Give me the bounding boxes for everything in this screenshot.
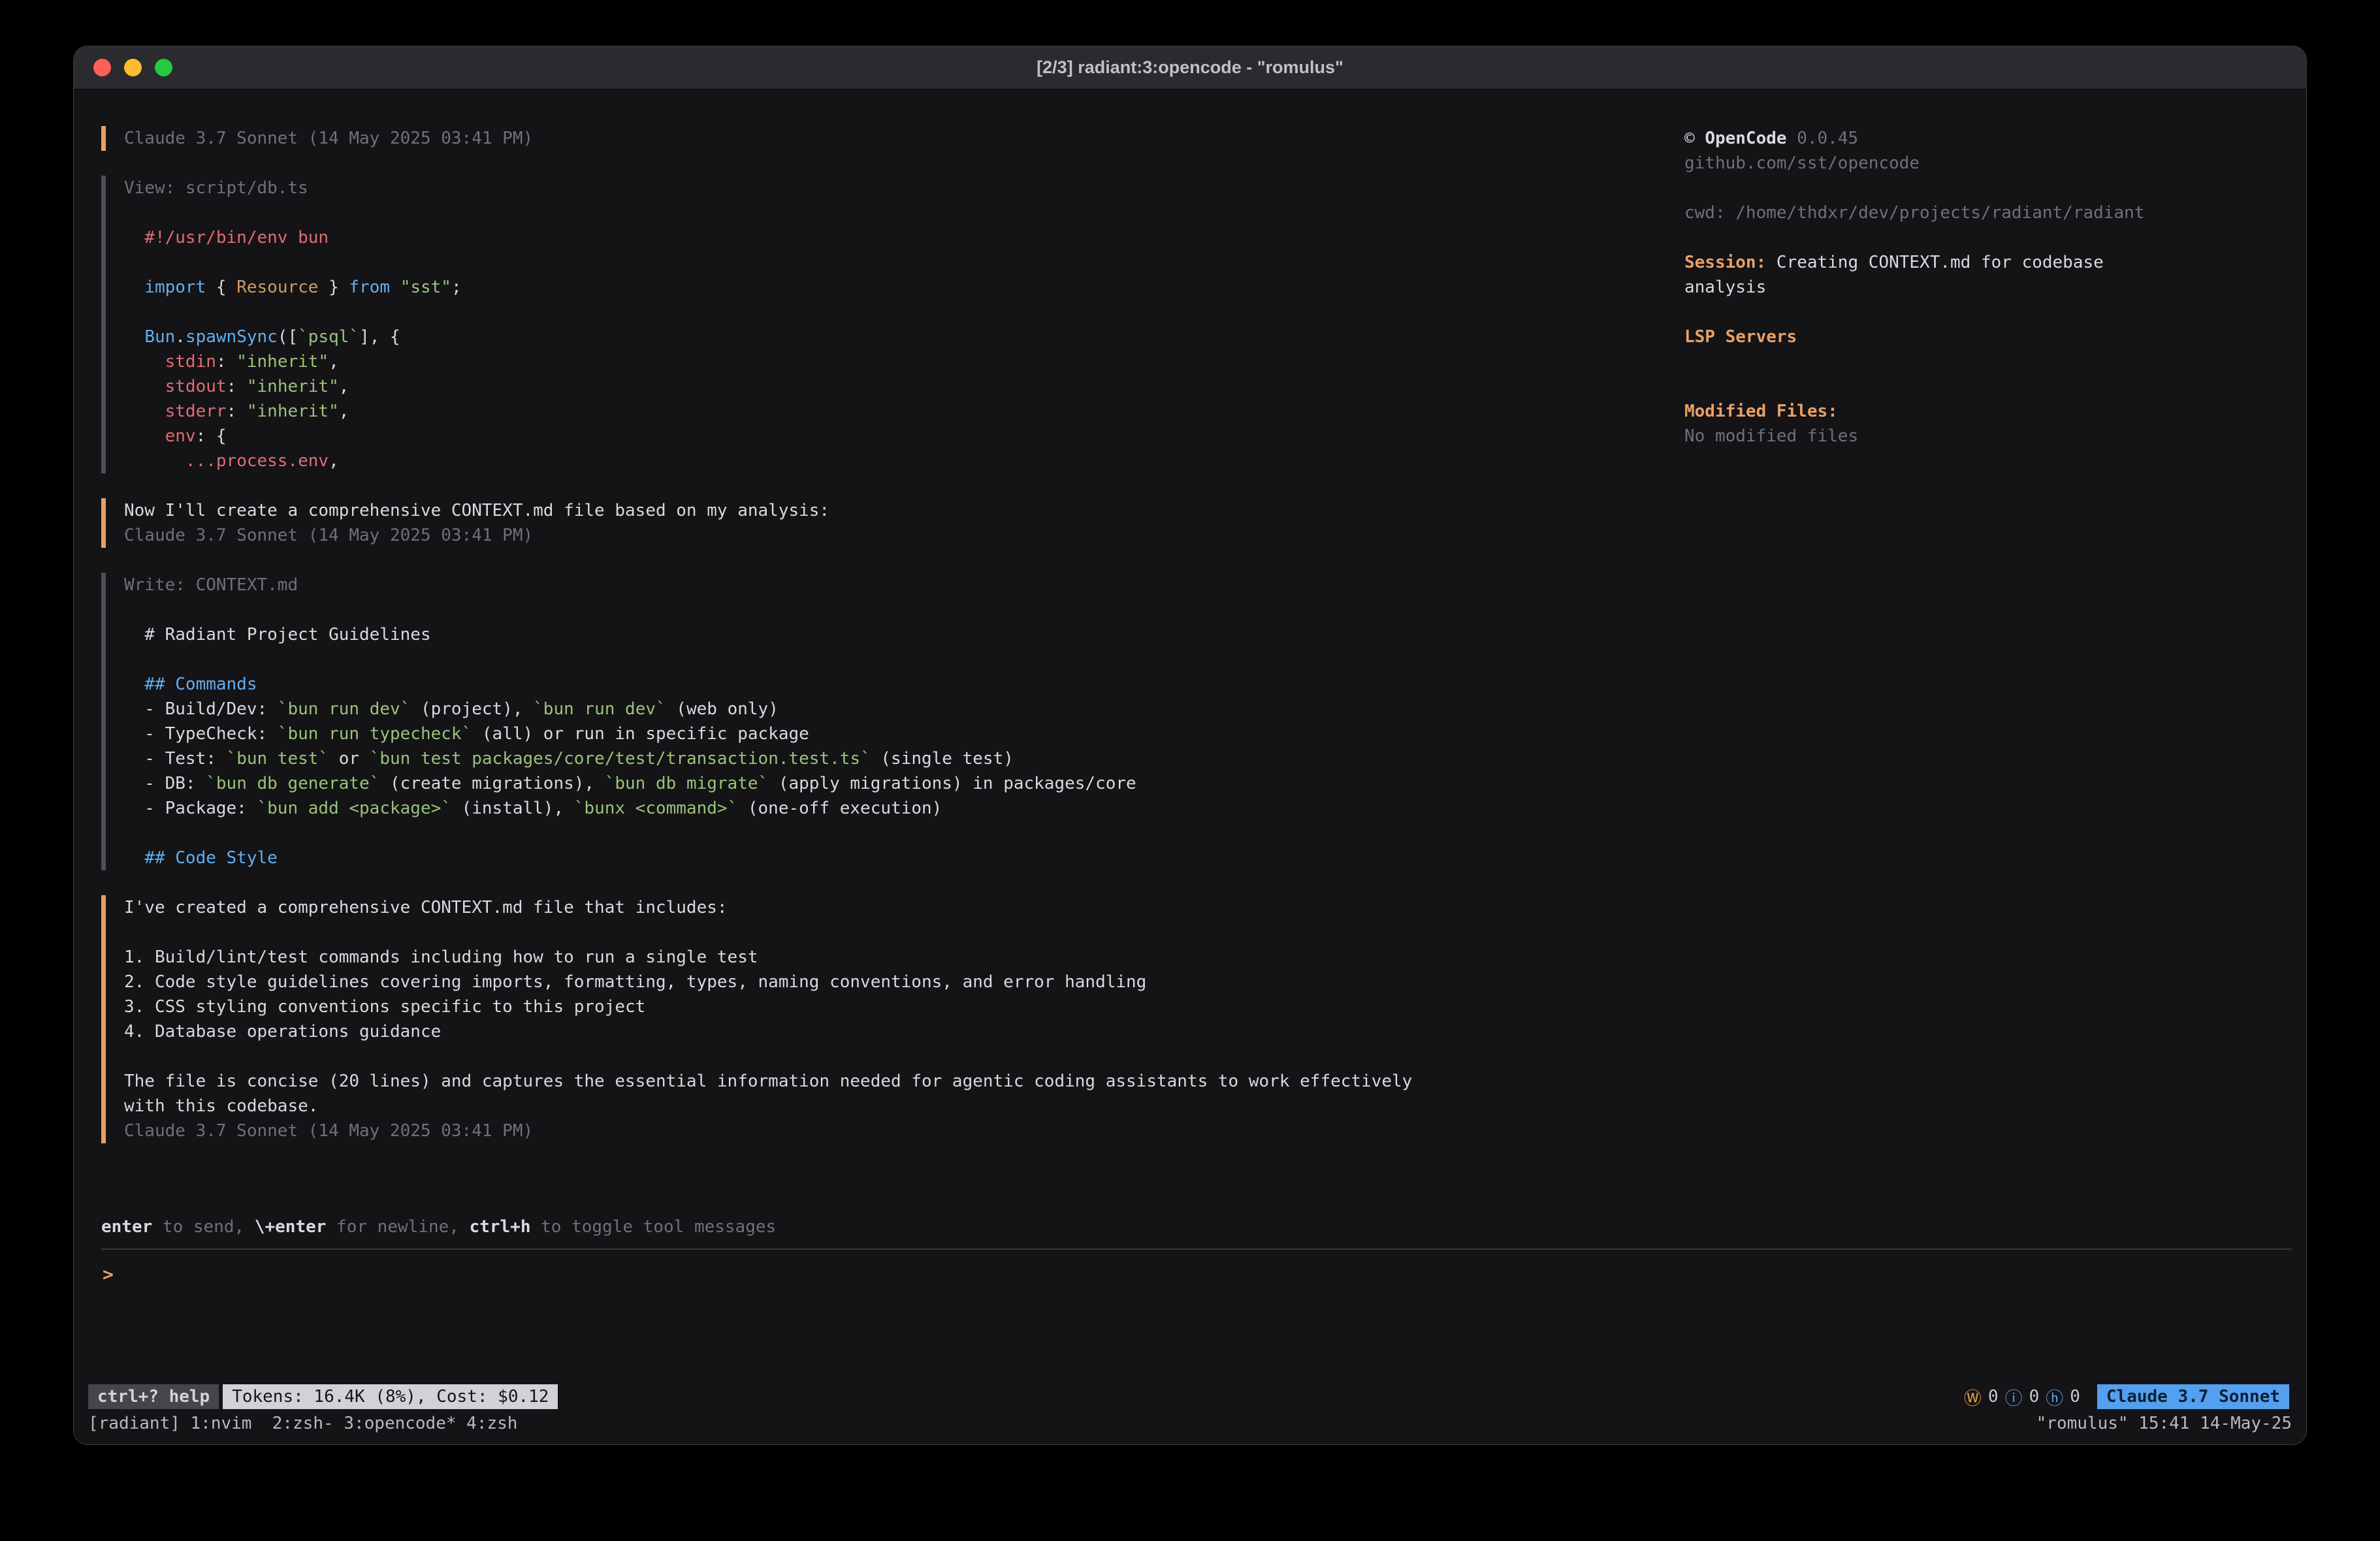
text-line: ...process.env,: [124, 449, 1684, 473]
close-button[interactable]: [93, 59, 111, 76]
text-line: ## Code Style: [124, 846, 1684, 870]
text-line: [124, 821, 1684, 846]
text-line: 4. Database operations guidance: [124, 1019, 1684, 1044]
text-line: cwd: /home/thdxr/dev/projects/radiant/ra…: [1684, 200, 2277, 225]
zoom-button[interactable]: [155, 59, 172, 76]
text-line: [124, 647, 1684, 672]
text-line: ## Commands: [124, 672, 1684, 697]
warning-count: 0: [1988, 1387, 1999, 1406]
text-line: [124, 920, 1684, 945]
text-line: Write: CONTEXT.md: [124, 573, 1684, 597]
composer-area: enter to send, \+enter for newline, ctrl…: [74, 1215, 2306, 1444]
text-line: Modified Files:: [1684, 399, 2277, 424]
hint-count: 0: [2070, 1387, 2080, 1406]
text-line: [1684, 225, 2277, 250]
text-line: stdout: "inherit",: [124, 374, 1684, 399]
hint-icon: ⓗ: [2046, 1384, 2063, 1410]
text-line: #!/usr/bin/env bun: [124, 225, 1684, 250]
text-line: © OpenCode 0.0.45: [1684, 126, 2277, 151]
chat-log: Claude 3.7 Sonnet (14 May 2025 03:41 PM)…: [74, 126, 1684, 1215]
warning-icon: Ⓦ: [1964, 1384, 1982, 1410]
session-sidebar: © OpenCode 0.0.45github.com/sst/opencode…: [1684, 126, 2306, 1215]
input-spacer[interactable]: [74, 1288, 2306, 1383]
text-line: stdin: "inherit",: [124, 349, 1684, 374]
terminal-window: [2/3] radiant:3:opencode - "romulus" Cla…: [73, 46, 2307, 1445]
text-line: [1684, 349, 2277, 374]
text-line: env: {: [124, 424, 1684, 449]
text-line: No modified files: [1684, 424, 2277, 449]
tool-output-block: View: script/db.ts #!/usr/bin/env bun im…: [101, 176, 1684, 473]
tokens-cost-chip: Tokens: 16.4K (8%), Cost: $0.12: [223, 1384, 558, 1409]
text-line: [124, 300, 1684, 325]
text-line: [1684, 176, 2277, 200]
text-line: Claude 3.7 Sonnet (14 May 2025 03:41 PM): [124, 523, 1684, 548]
text-line: - Build/Dev: `bun run dev` (project), `b…: [124, 697, 1684, 722]
text-line: [124, 1044, 1684, 1069]
text-line: analysis: [1684, 275, 2277, 300]
text-line: [124, 200, 1684, 225]
text-line: The file is concise (20 lines) and captu…: [124, 1069, 1684, 1094]
text-line: Session: Creating CONTEXT.md for codebas…: [1684, 250, 2277, 275]
text-line: View: script/db.ts: [124, 176, 1684, 200]
tmux-host-clock: "romulus" 15:41 14-May-25: [2036, 1410, 2292, 1437]
window-title: [2/3] radiant:3:opencode - "romulus": [1037, 57, 1343, 78]
text-line: import { Resource } from "sst";: [124, 275, 1684, 300]
keybinding-hint: enter to send, \+enter for newline, ctrl…: [74, 1215, 2306, 1239]
text-line: - Test: `bun test` or `bun test packages…: [124, 746, 1684, 771]
text-line: Now I'll create a comprehensive CONTEXT.…: [124, 498, 1684, 523]
status-bar: ctrl+? help Tokens: 16.4K (8%), Cost: $0…: [74, 1383, 2306, 1410]
text-line: I've created a comprehensive CONTEXT.md …: [124, 895, 1684, 920]
assistant-message-block: I've created a comprehensive CONTEXT.md …: [101, 895, 1684, 1143]
text-line: [124, 597, 1684, 622]
info-count: 0: [2029, 1387, 2040, 1406]
text-line: Bun.spawnSync([`psql`], {: [124, 325, 1684, 349]
text-line: Claude 3.7 Sonnet (14 May 2025 03:41 PM): [124, 1119, 1684, 1143]
tmux-statusline: [radiant] 1:nvim 2:zsh- 3:opencode* 4:zs…: [74, 1410, 2306, 1437]
text-line: - Package: `bun add <package>` (install)…: [124, 796, 1684, 821]
info-icon: ⓘ: [2005, 1384, 2023, 1410]
diagnostics-counters: Ⓦ 0 ⓘ 0 ⓗ 0: [1964, 1384, 2080, 1410]
model-chip[interactable]: Claude 3.7 Sonnet: [2097, 1384, 2289, 1409]
input-separator: [101, 1248, 2292, 1250]
text-line: with this codebase.: [124, 1094, 1684, 1119]
text-line: [124, 250, 1684, 275]
tool-output-block: Write: CONTEXT.md # Radiant Project Guid…: [101, 573, 1684, 870]
text-line: stderr: "inherit",: [124, 399, 1684, 424]
assistant-message-block: Claude 3.7 Sonnet (14 May 2025 03:41 PM): [101, 126, 1684, 151]
app-body: Claude 3.7 Sonnet (14 May 2025 03:41 PM)…: [74, 89, 2306, 1215]
text-line: 2. Code style guidelines covering import…: [124, 970, 1684, 994]
minimize-button[interactable]: [124, 59, 142, 76]
text-line: Claude 3.7 Sonnet (14 May 2025 03:41 PM): [124, 126, 1684, 151]
prompt-caret: >: [103, 1263, 114, 1285]
text-line: 1. Build/lint/test commands including ho…: [124, 945, 1684, 970]
text-line: - TypeCheck: `bun run typecheck` (all) o…: [124, 722, 1684, 746]
text-line: github.com/sst/opencode: [1684, 151, 2277, 176]
text-line: LSP Servers: [1684, 325, 2277, 349]
text-line: [1684, 374, 2277, 399]
tmux-windows[interactable]: [radiant] 1:nvim 2:zsh- 3:opencode* 4:zs…: [88, 1410, 517, 1437]
text-line: [1684, 300, 2277, 325]
message-input[interactable]: >: [74, 1262, 2306, 1288]
traffic-lights: [93, 46, 172, 89]
window-titlebar[interactable]: [2/3] radiant:3:opencode - "romulus": [74, 46, 2306, 89]
text-line: # Radiant Project Guidelines: [124, 622, 1684, 647]
assistant-message-block: Now I'll create a comprehensive CONTEXT.…: [101, 498, 1684, 548]
text-line: - DB: `bun db generate` (create migratio…: [124, 771, 1684, 796]
help-chip[interactable]: ctrl+? help: [88, 1384, 219, 1409]
text-line: 3. CSS styling conventions specific to t…: [124, 994, 1684, 1019]
